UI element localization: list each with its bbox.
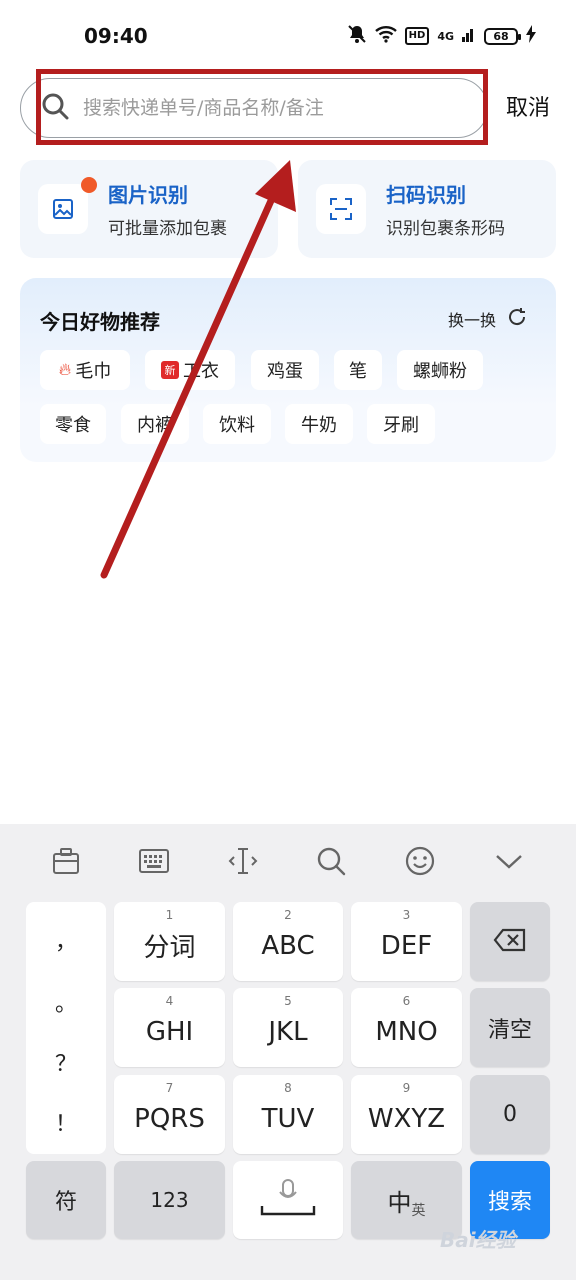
backspace-key[interactable] <box>470 902 550 981</box>
clipboard-icon[interactable] <box>43 838 89 884</box>
scan-recognition-card[interactable]: 扫码识别 识别包裹条形码 <box>298 160 556 258</box>
signal-icon <box>462 26 476 46</box>
mute-bell-icon <box>347 24 367 48</box>
chip-toothbrush[interactable]: 牙刷 <box>367 404 435 444</box>
chip-snail-noodles[interactable]: 螺蛳粉 <box>397 350 483 390</box>
search-bar[interactable] <box>20 78 488 138</box>
hot-flame-icon: 🔥︎ <box>58 360 72 380</box>
key-5-jkl[interactable]: 5 JKL <box>233 988 343 1067</box>
cursor-icon[interactable] <box>220 838 266 884</box>
scan-recognition-subtitle: 识别包裹条形码 <box>386 219 505 239</box>
refresh-icon <box>506 306 528 332</box>
watermark: Bai经验 <box>440 1228 516 1252</box>
search-icon[interactable] <box>308 838 354 884</box>
image-recognition-subtitle: 可批量添加包裹 <box>108 219 227 239</box>
recommendation-title: 今日好物推荐 <box>40 310 160 334</box>
key-7-pqrs[interactable]: 7 PQRS <box>114 1075 225 1154</box>
chip-pen[interactable]: 笔 <box>334 350 382 390</box>
numeric-key[interactable]: 123 <box>114 1161 225 1239</box>
search-icon <box>41 92 69 124</box>
key-3-def[interactable]: 3 DEF <box>351 902 462 981</box>
keyboard-icon[interactable] <box>131 838 177 884</box>
exclaim-key[interactable]: ！ <box>26 1106 106 1138</box>
refresh-label: 换一换 <box>447 311 496 330</box>
punctuation-column[interactable]: ， 。 ？ ！ <box>26 902 106 1154</box>
comma-key[interactable]: ， <box>26 924 106 956</box>
space-key[interactable] <box>233 1161 343 1239</box>
search-input[interactable] <box>83 97 463 119</box>
image-icon <box>38 184 88 234</box>
chip-snacks[interactable]: 零食 <box>40 404 106 444</box>
new-tag: 新 <box>161 361 179 379</box>
period-key[interactable]: 。 <box>26 986 106 1018</box>
wifi-icon <box>374 25 397 47</box>
scan-recognition-title: 扫码识别 <box>386 183 466 207</box>
clear-key[interactable]: 清空 <box>470 988 550 1067</box>
chip-eggs[interactable]: 鸡蛋 <box>251 350 319 390</box>
key-9-wxyz[interactable]: 9 WXYZ <box>351 1075 462 1154</box>
key-2-abc[interactable]: 2 ABC <box>233 902 343 981</box>
microphone-icon <box>258 1178 318 1222</box>
battery-level: 68 <box>484 27 521 45</box>
question-key[interactable]: ？ <box>26 1046 106 1078</box>
key-6-mno[interactable]: 6 MNO <box>351 988 462 1067</box>
key-4-ghi[interactable]: 4 GHI <box>114 988 225 1067</box>
status-bar: 09:40 HD 4G 68 <box>0 0 576 72</box>
scan-icon <box>316 184 366 234</box>
chip-towel[interactable]: 🔥︎ 毛巾 <box>40 350 130 390</box>
chip-workwear[interactable]: 新 工衣 <box>145 350 235 390</box>
image-recognition-title: 图片识别 <box>108 183 188 207</box>
symbol-key[interactable]: 符 <box>26 1161 106 1239</box>
backspace-icon <box>493 928 527 956</box>
chip-drinks[interactable]: 饮料 <box>203 404 271 444</box>
key-1-segment[interactable]: 1 分词 <box>114 902 225 981</box>
image-recognition-card[interactable]: 图片识别 可批量添加包裹 <box>20 160 278 258</box>
recommendation-panel: 今日好物推荐 换一换 🔥︎ 毛巾 新 工衣 鸡蛋 笔 螺蛳粉 零食 内裤 饮料 … <box>20 278 556 462</box>
hd-badge: HD <box>404 27 430 45</box>
chip-milk[interactable]: 牛奶 <box>285 404 353 444</box>
collapse-icon[interactable] <box>486 838 532 884</box>
charging-icon <box>526 25 536 47</box>
chip-underwear[interactable]: 内裤 <box>121 404 189 444</box>
cancel-button[interactable]: 取消 <box>506 90 550 122</box>
status-time: 09:40 <box>84 24 148 48</box>
zero-key[interactable]: 0 <box>470 1075 550 1154</box>
emoji-icon[interactable] <box>397 838 443 884</box>
refresh-button[interactable]: 换一换 <box>448 306 528 332</box>
key-8-tuv[interactable]: 8 TUV <box>233 1075 343 1154</box>
status-icons: HD 4G 68 <box>347 24 536 48</box>
signal-4g-label: 4G <box>437 29 454 43</box>
notification-dot <box>81 177 97 193</box>
